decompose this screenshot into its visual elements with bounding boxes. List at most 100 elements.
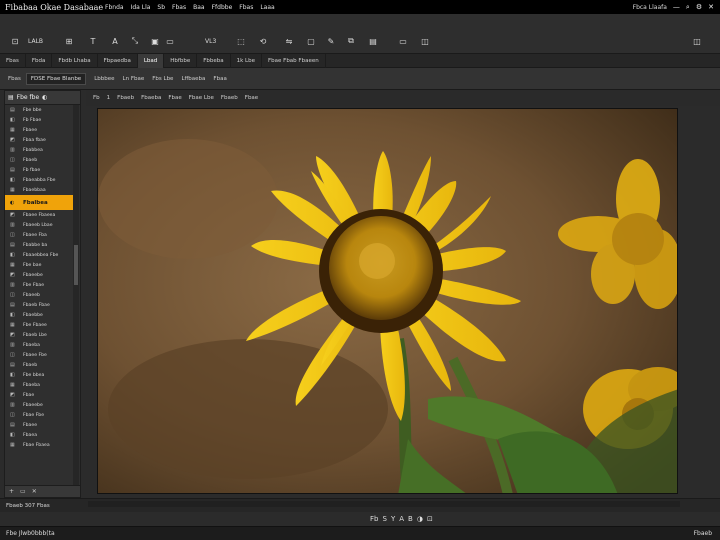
settings-icon[interactable]: ⚙	[696, 3, 702, 11]
layer-item[interactable]: ◧ Fbaaebbea Fbe	[5, 250, 74, 260]
layer-item[interactable]: ◫ Fbaeeb	[5, 290, 74, 300]
layer-item[interactable]: ◩ Fbaeebe	[5, 270, 74, 280]
select-icon[interactable]: ⬚	[236, 35, 246, 47]
document-tab[interactable]: Fbae Fbab Fbaeen	[262, 53, 326, 68]
trash-icon[interactable]: ✕	[32, 488, 37, 495]
layer-item[interactable]: ▥ Fbaeba	[5, 340, 74, 350]
layers-scrollbar[interactable]	[73, 105, 79, 485]
menu-item[interactable]: Baa	[193, 4, 204, 11]
document-tab[interactable]: Fbpaedba	[98, 53, 138, 68]
image-canvas[interactable]	[97, 108, 678, 494]
menu-item[interactable]: Laaa	[260, 4, 274, 11]
canvas-horizontal-scrollbar[interactable]	[88, 501, 680, 507]
layer-item[interactable]: ▤ Fbaeb	[5, 360, 74, 370]
layer-item[interactable]: ◩ Fbaee Fbaeea	[5, 210, 74, 220]
layer-item[interactable]: ▦ Fbe bae	[5, 260, 74, 270]
minimize-icon[interactable]: —	[673, 3, 680, 11]
bottom-tool-icon[interactable]: B	[408, 515, 413, 523]
layer-item[interactable]: ◧ Fbaeabba Fbe	[5, 175, 74, 185]
layer-item[interactable]: ◩ Fbaa fbae	[5, 135, 74, 145]
layer-item[interactable]: ▥ Fbaeeb Lbae	[5, 220, 74, 230]
menu-item[interactable]: Fbas	[172, 4, 186, 11]
layer-item[interactable]: ◩ Fbaeb Lbe	[5, 330, 74, 340]
layer-item[interactable]: ▦ Fbe Fbaee	[5, 320, 74, 330]
layer-item[interactable]: ◩ Fbae	[5, 390, 74, 400]
transfer-icon[interactable]: ⇋	[284, 35, 294, 47]
document-tab[interactable]: Lbad	[137, 53, 165, 68]
view-option[interactable]: Fb	[93, 95, 100, 101]
layer-item[interactable]: ◫ Fbae Fbe	[5, 410, 74, 420]
layer-item[interactable]: ◧ Fbaebbe	[5, 310, 74, 320]
search-icon[interactable]: ⌕	[686, 3, 690, 12]
crop-icon[interactable]: ⊡	[10, 35, 20, 47]
fill-icon[interactable]: ▣	[150, 35, 160, 47]
menu-item[interactable]: Fbas	[239, 4, 253, 11]
layer-item[interactable]: ◫ Fbaee Fbe	[5, 350, 74, 360]
layer-item-active[interactable]: ◐ Fbalbea	[5, 195, 74, 210]
panel-icon[interactable]: ◫	[420, 35, 430, 47]
new-layer-icon[interactable]: +	[9, 488, 14, 495]
stack-icon[interactable]: ⧉	[346, 35, 356, 47]
layer-item[interactable]: ▦ Fbaeba	[5, 380, 74, 390]
option-2[interactable]: Ln Fbae	[123, 76, 145, 82]
view-option[interactable]: Fbae Lbe	[189, 95, 214, 101]
bottom-tool-icon[interactable]: Fb	[370, 515, 378, 523]
layers-menu-icon[interactable]: ▤	[8, 94, 14, 101]
text-tool-icon[interactable]: T	[88, 35, 98, 47]
menu-item[interactable]: Sb	[157, 4, 165, 11]
layer-item[interactable]: ◧ Fbe bbea	[5, 370, 74, 380]
mode-selector[interactable]: Fbas	[8, 76, 21, 82]
bottom-tool-icon[interactable]: ◑	[417, 515, 423, 523]
bottom-tool-icon[interactable]: S	[382, 515, 386, 523]
layer-visibility-icon[interactable]: ◐	[10, 200, 19, 206]
option-1[interactable]: Lbbbee	[94, 76, 114, 82]
scroll-thumb[interactable]	[74, 245, 78, 285]
document-tab[interactable]: Hbfbbe	[164, 53, 198, 68]
layer-item[interactable]: ▤ Fbaee	[5, 420, 74, 430]
layer-item[interactable]: ▦ Fbaee	[5, 125, 74, 135]
layer-item[interactable]: ◧ Fb Fbae	[5, 115, 74, 125]
rotate-icon[interactable]: ⟲	[258, 35, 268, 47]
menu-item[interactable]: Fbnda	[105, 4, 124, 11]
layer-item[interactable]: ▥ Fbe Fbae	[5, 280, 74, 290]
view-option[interactable]: Fbaeb	[221, 95, 238, 101]
document-tab[interactable]: 1k Lbe	[231, 53, 262, 68]
layer-item[interactable]: ▤ Fbaeb Fbae	[5, 300, 74, 310]
document-tab[interactable]: Fbdb Lhaba	[52, 53, 98, 68]
view-option[interactable]: Fbaeba	[141, 95, 161, 101]
layer-item[interactable]: ▥ Fbaeebe	[5, 400, 74, 410]
layer-item[interactable]: ◫ Fbaee Fba	[5, 230, 74, 240]
view-option[interactable]: 1	[107, 95, 111, 101]
text-a-icon[interactable]: A	[110, 35, 120, 47]
frame-icon[interactable]: ▢	[306, 35, 316, 47]
panel-toggle-icon[interactable]: ◫	[692, 35, 702, 47]
document-tab[interactable]: Fbda	[26, 53, 53, 68]
layer-item[interactable]: ▤ Fb fbae	[5, 165, 74, 175]
layers-icon[interactable]: LALB	[28, 35, 43, 47]
document-tab[interactable]: Fbbeba	[197, 53, 231, 68]
bottom-tool-icon[interactable]: Y	[391, 515, 395, 523]
layer-item[interactable]: ▦ Fbae Fbaea	[5, 440, 74, 450]
grid-icon[interactable]: ⊞	[64, 35, 74, 47]
layer-item[interactable]: ▥ Fbabbea	[5, 145, 74, 155]
layer-item[interactable]: ▦ Fbaebbaa	[5, 185, 74, 195]
folder-icon[interactable]: ▭	[20, 488, 26, 495]
version-label[interactable]: VL3	[205, 35, 216, 47]
layer-item[interactable]: ▤ Fbe bbe	[5, 105, 74, 115]
view-option[interactable]: Fbae	[245, 95, 258, 101]
preset-field[interactable]: FDSE Fbae Blanbe	[25, 72, 87, 85]
option-5[interactable]: Fbaa	[213, 76, 226, 82]
doc-icon[interactable]: ▤	[368, 35, 378, 47]
transform-icon[interactable]: ⤡	[130, 35, 140, 47]
bottom-tool-icon[interactable]: A	[399, 515, 404, 523]
close-icon[interactable]: ✕	[708, 3, 714, 11]
window-icon[interactable]: ▭	[398, 35, 408, 47]
view-option[interactable]: Fbae	[168, 95, 181, 101]
document-tab[interactable]: Fbas	[0, 53, 26, 68]
layer-item[interactable]: ◧ Fbaea	[5, 430, 74, 440]
bottom-tool-icon[interactable]: ⊡	[427, 515, 433, 523]
layer-item[interactable]: ◫ Fbaeb	[5, 155, 74, 165]
camera-icon[interactable]: ▭	[165, 35, 175, 47]
panel-options-icon[interactable]: ◐	[42, 94, 47, 101]
option-4[interactable]: Lffbaeba	[181, 76, 205, 82]
